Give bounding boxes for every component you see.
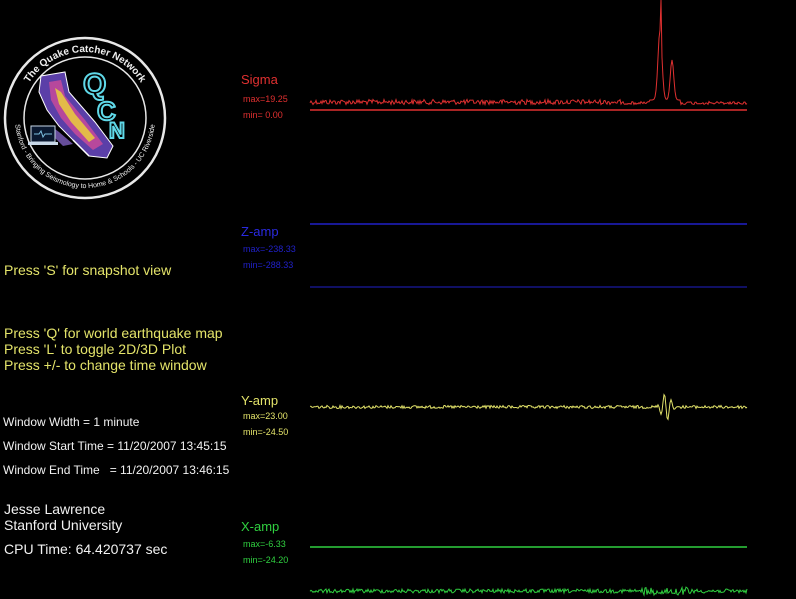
y-amp-max: max=23.00 — [243, 411, 288, 421]
y-amp-min: min=-24.50 — [243, 427, 289, 437]
author-name: Jesse Lawrence — [4, 501, 106, 517]
svg-text:N: N — [109, 118, 125, 143]
toggle-plot-instruction: Press 'L' to toggle 2D/3D Plot — [4, 341, 186, 357]
window-start-time: Window Start Time = 11/20/2007 13:45:15 — [3, 439, 227, 453]
qcn-logo: The Quake Catcher Network Stanford - Bri… — [3, 36, 167, 200]
x-amp-min: min=-24.20 — [243, 555, 289, 565]
z-amp-max: max=-238.33 — [243, 244, 296, 254]
key-instructions: Press 'Q' for world earthquake map Press… — [4, 325, 223, 373]
cpu-time: CPU Time: 64.420737 sec — [4, 541, 168, 557]
x-amp-max: max=-6.33 — [243, 539, 286, 549]
sigma-max: max=19.25 — [243, 94, 288, 104]
time-window-instruction: Press +/- to change time window — [4, 357, 207, 373]
sigma-min: min= 0.00 — [243, 110, 283, 120]
z-amp-channel-label: Z-amp — [241, 224, 279, 239]
window-end-time: Window End Time = 11/20/2007 13:46:15 — [3, 463, 230, 477]
y-amp-trace — [309, 393, 748, 421]
laptop-icon — [28, 125, 58, 145]
x-amp-channel-label: X-amp — [241, 519, 280, 534]
world-map-instruction: Press 'Q' for world earthquake map — [4, 325, 223, 341]
organization-name: Stanford University — [4, 517, 123, 533]
x-amp-trace — [309, 585, 748, 597]
z-amp-min: min=-288.33 — [243, 260, 294, 270]
sigma-trace — [309, 0, 748, 107]
snapshot-instruction: Press 'S' for snapshot view — [4, 262, 172, 278]
window-width-label: Window Width = 1 minute — [3, 415, 140, 429]
sigma-channel-label: Sigma — [241, 72, 278, 87]
y-amp-channel-label: Y-amp — [241, 393, 279, 408]
